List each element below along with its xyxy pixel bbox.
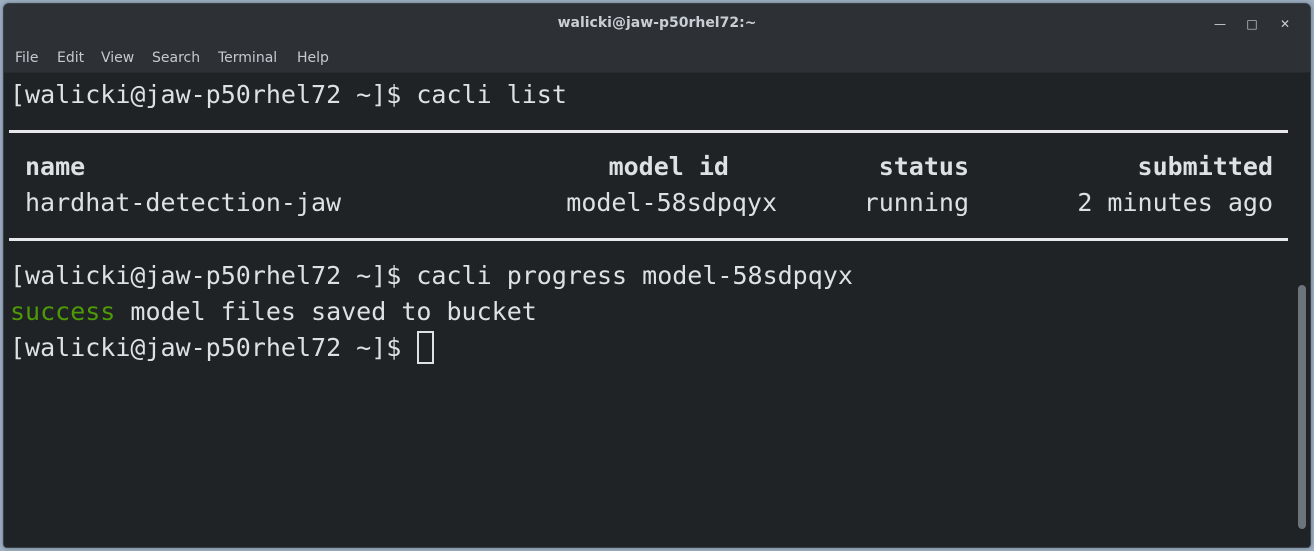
text-cursor [417, 331, 435, 364]
close-icon[interactable]: ✕ [1277, 16, 1293, 32]
row-name: hardhat-detection-jaw [25, 188, 342, 217]
minimize-icon[interactable]: — [1212, 16, 1228, 32]
menu-search[interactable]: Search [152, 50, 200, 66]
maximize-icon[interactable]: □ [1244, 16, 1260, 32]
success-word: success [10, 297, 116, 326]
scrollbar-thumb[interactable] [1298, 285, 1306, 529]
row-status: running [863, 188, 969, 217]
menu-bar: File Edit View Search Terminal Help [4, 44, 1310, 73]
header-name: name [25, 152, 86, 181]
table-bottom-rule [9, 238, 1288, 241]
terminal-window: walicki@jaw-p50rhel72:~ — □ ✕ File Edit … [3, 3, 1311, 548]
row-model-id: model-58sdpqyx [566, 188, 777, 217]
header-model-id: model id [608, 152, 729, 181]
title-bar[interactable]: walicki@jaw-p50rhel72:~ — □ ✕ [4, 4, 1310, 44]
table-top-rule [9, 130, 1288, 133]
prompt-line: [walicki@jaw-p50rhel72 ~]$ [10, 330, 435, 366]
header-submitted: submitted [1137, 152, 1273, 181]
prompt-text: [walicki@jaw-p50rhel72 ~]$ [10, 333, 417, 362]
menu-help[interactable]: Help [297, 50, 329, 66]
success-message: model files saved to bucket [115, 297, 537, 326]
window-title: walicki@jaw-p50rhel72:~ [557, 15, 757, 31]
terminal-output[interactable]: [walicki@jaw-p50rhel72 ~]$ cacli list na… [4, 73, 1294, 547]
success-line: success model files saved to bucket [10, 294, 537, 330]
header-status: status [878, 152, 969, 181]
scrollbar-track[interactable] [1294, 73, 1310, 547]
row-submitted: 2 minutes ago [1077, 188, 1273, 217]
command-line-list: [walicki@jaw-p50rhel72 ~]$ cacli list [10, 80, 567, 109]
menu-edit[interactable]: Edit [57, 50, 84, 66]
command-line-progress: [walicki@jaw-p50rhel72 ~]$ cacli progres… [10, 261, 853, 290]
menu-file[interactable]: File [15, 50, 38, 66]
menu-terminal[interactable]: Terminal [218, 50, 277, 66]
menu-view[interactable]: View [101, 50, 134, 66]
